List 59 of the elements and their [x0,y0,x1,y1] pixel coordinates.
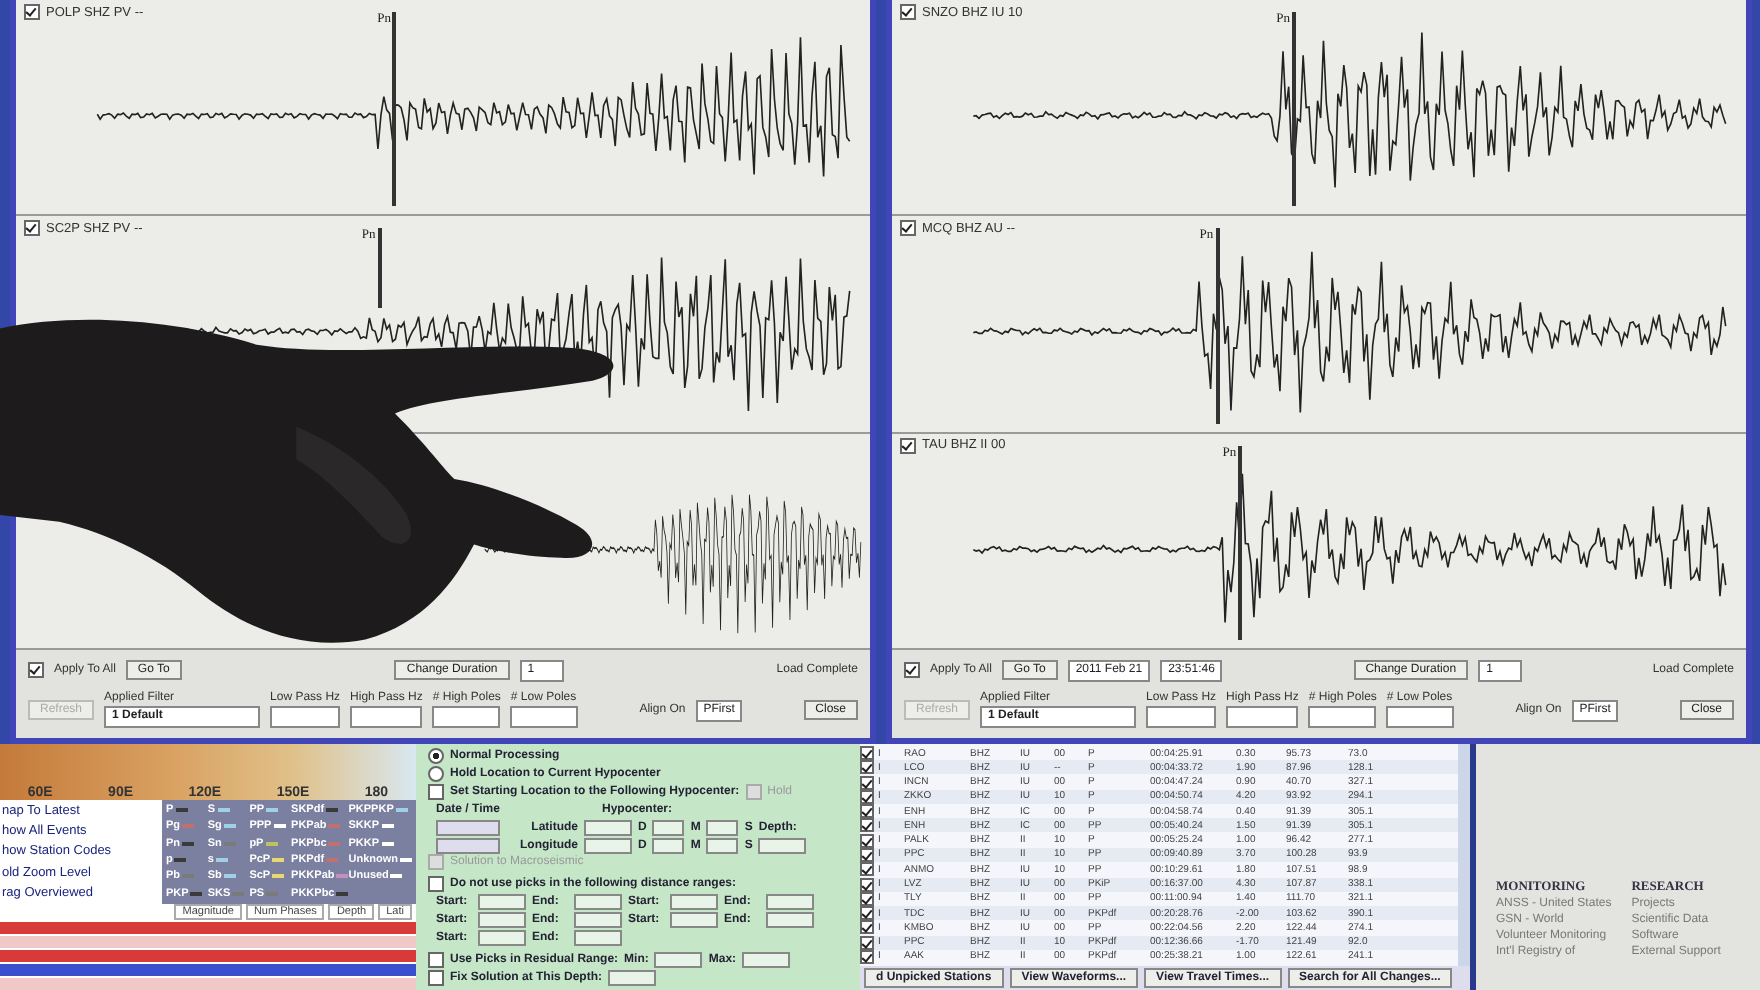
trace-checkbox[interactable] [24,4,40,20]
trace-checkbox[interactable] [24,220,40,237]
distance-field[interactable] [478,912,526,929]
coordinate-field[interactable] [652,819,685,836]
row-checkbox[interactable] [860,775,874,790]
apply-all-checkbox[interactable] [904,662,920,679]
filter-field[interactable] [350,706,423,729]
depth-field[interactable] [608,969,656,986]
distance-field[interactable] [574,930,622,947]
row-checkbox[interactable] [860,877,874,892]
phase-marker-line[interactable] [377,228,382,309]
filter-field[interactable] [1308,706,1377,729]
option-checkbox[interactable] [428,969,444,986]
distance-field[interactable] [574,912,622,929]
row-checkbox[interactable] [860,746,874,761]
filter-field[interactable] [510,706,579,729]
row-checkbox[interactable] [860,935,874,950]
distance-field[interactable] [670,912,718,929]
depth-field[interactable] [758,837,807,854]
phase-marker-line[interactable] [1292,12,1297,207]
trace-checkbox[interactable] [900,4,916,20]
radio-button[interactable] [428,748,444,764]
filter-field[interactable] [270,706,341,729]
distance-field[interactable] [478,930,526,947]
distance-field[interactable] [670,894,718,911]
apply-all-checkbox[interactable] [28,662,44,679]
distance-field[interactable] [574,894,622,911]
coordinate-field[interactable] [584,819,632,836]
time-field[interactable] [436,837,500,854]
row-checkbox[interactable] [860,920,874,935]
distance-field[interactable] [766,894,814,911]
trace-checkbox[interactable] [900,437,916,454]
row-checkbox[interactable] [860,760,874,775]
coordinate-field[interactable] [652,837,685,854]
row-checkbox[interactable] [860,862,874,877]
row-checkbox[interactable] [860,804,874,819]
option-checkbox[interactable] [428,783,444,800]
phase-marker-line[interactable] [392,12,397,207]
row-checkbox[interactable] [860,818,874,833]
trace-checkbox[interactable] [900,220,916,237]
row-checkbox[interactable] [860,833,874,848]
radio-button[interactable] [428,765,444,782]
coordinate-field[interactable] [706,837,739,854]
coordinate-field[interactable] [706,819,739,836]
coordinate-field[interactable] [584,837,632,854]
distance-field[interactable] [478,894,526,911]
row-checkbox[interactable] [860,906,874,921]
filter-field[interactable] [1386,706,1455,729]
date-field[interactable] [436,819,500,836]
phase-marker-line[interactable] [1215,228,1220,424]
filter-field[interactable] [432,706,501,729]
distance-field[interactable] [766,912,814,929]
residual-field[interactable] [654,951,703,968]
option-checkbox[interactable] [428,951,444,968]
filter-field[interactable] [1146,706,1217,729]
phase-marker-line[interactable] [1238,445,1243,640]
option-checkbox[interactable] [428,876,444,893]
filter-field[interactable] [1226,706,1299,729]
residual-field[interactable] [742,951,791,968]
